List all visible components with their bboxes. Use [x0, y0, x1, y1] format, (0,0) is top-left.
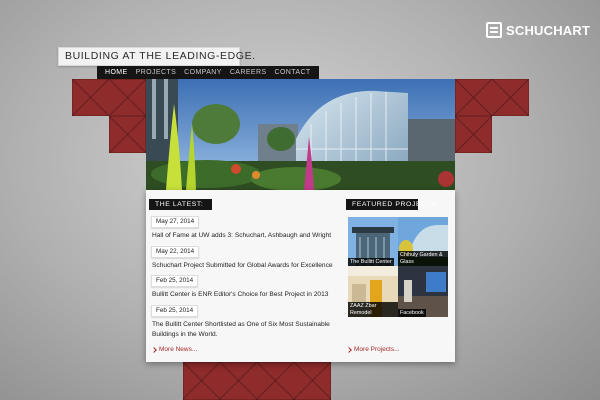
- nav-item-home[interactable]: HOME: [101, 66, 132, 79]
- news-date: Feb 25, 2014: [151, 275, 199, 287]
- nav-item-projects[interactable]: PROJECTS: [132, 66, 181, 79]
- featured-project-tile[interactable]: The Bullitt Center: [348, 217, 398, 266]
- featured-project-tile[interactable]: ZAAZ Zbar Remodel: [348, 266, 398, 317]
- latest-heading: THE LATEST:: [149, 199, 212, 210]
- featured-project-label: Chihuly Garden & Glass: [398, 251, 448, 266]
- nav-item-contact[interactable]: CONTACT: [271, 66, 315, 79]
- news-title-link[interactable]: Schuchart Project Submitted for Global A…: [152, 261, 348, 271]
- hero-image: [146, 79, 455, 190]
- main-nav: HOME PROJECTS COMPANY CAREERS CONTACT: [97, 66, 319, 79]
- more-news-link[interactable]: More News...: [151, 346, 198, 353]
- more-news-label: More News...: [159, 346, 198, 353]
- content-panel: THE LATEST: May 27, 2014 Hall of Fame at…: [146, 190, 455, 362]
- more-projects-label: More Projects...: [354, 346, 400, 353]
- brand-logo[interactable]: SCHUCHART: [486, 22, 590, 38]
- featured-project-label: ZAAZ Zbar Remodel: [348, 302, 398, 317]
- featured-heading: FEATURED PROJECTS:: [346, 199, 438, 210]
- brand-name: SCHUCHART: [506, 22, 591, 38]
- decorative-tile-block: [72, 79, 146, 116]
- featured-project-tile[interactable]: Chihuly Garden & Glass: [398, 217, 448, 266]
- news-title-link[interactable]: Bullitt Center is ENR Editor's Choice fo…: [152, 290, 348, 300]
- nav-item-company[interactable]: COMPANY: [180, 66, 226, 79]
- decorative-tile-block: [109, 116, 146, 153]
- featured-project-tile[interactable]: Facebook: [398, 266, 448, 317]
- decorative-tile-block: [455, 116, 492, 153]
- news-date: Feb 25, 2014: [151, 305, 199, 317]
- tagline: BUILDING AT THE LEADING-EDGE.: [58, 47, 255, 66]
- news-title-link[interactable]: Hall of Fame at UW adds 3: Schuchart, As…: [152, 231, 348, 241]
- decorative-tile-block: [183, 362, 331, 400]
- featured-project-label: The Bullitt Center: [348, 257, 394, 266]
- chevron-right-icon: [346, 346, 352, 353]
- news-date: May 27, 2014: [151, 216, 200, 228]
- logo-icon: [486, 22, 502, 38]
- news-title-link[interactable]: The Bullitt Center Shortlisted as One of…: [152, 320, 348, 340]
- more-projects-link[interactable]: More Projects...: [346, 346, 400, 353]
- nav-item-careers[interactable]: CAREERS: [226, 66, 271, 79]
- featured-project-label: Facebook: [398, 308, 426, 317]
- chevron-right-icon: [151, 346, 157, 353]
- news-date: May 22, 2014: [151, 246, 200, 258]
- decorative-tile-block: [455, 79, 529, 116]
